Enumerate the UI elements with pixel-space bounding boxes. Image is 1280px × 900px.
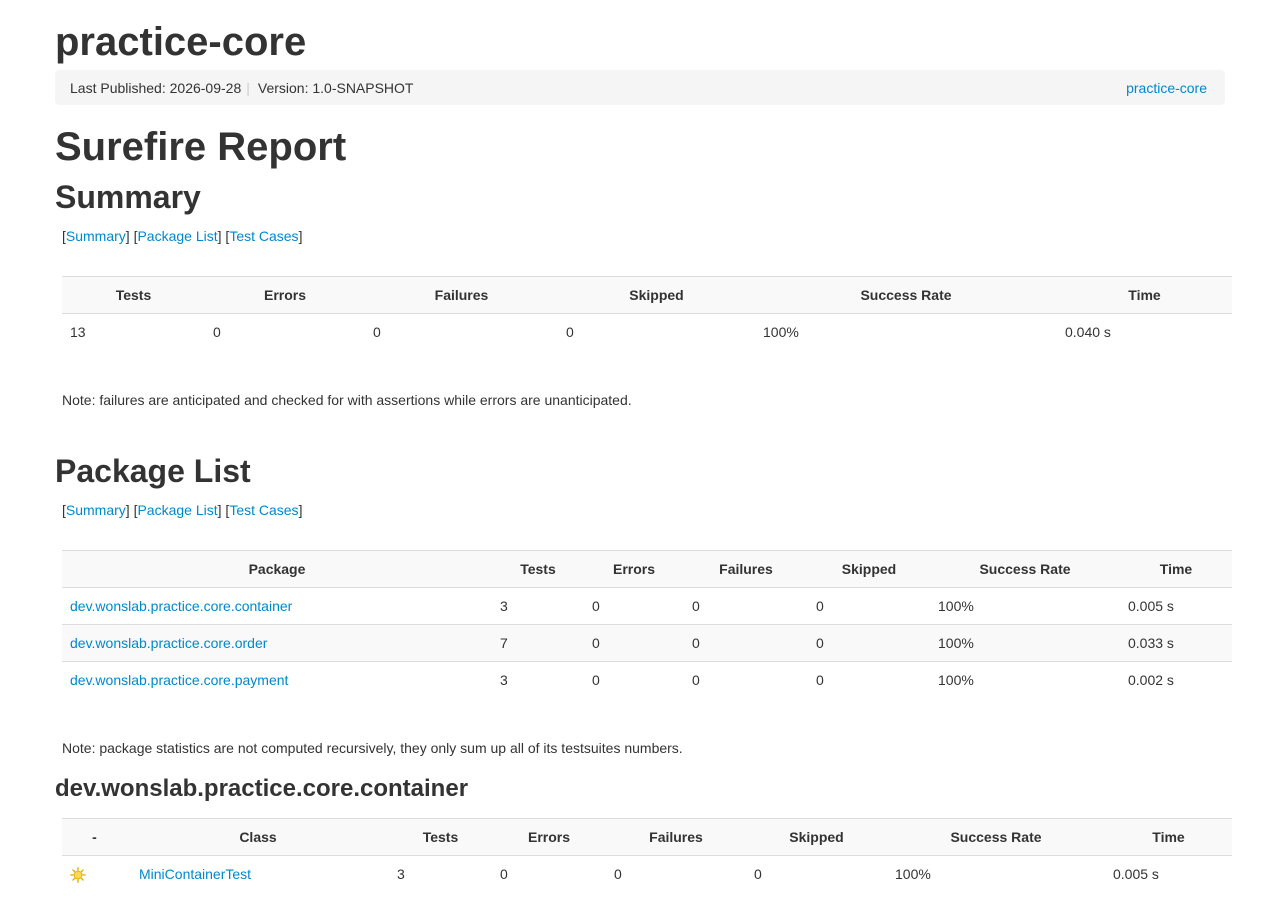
container-class-table: - Class Tests Errors Failures Skipped Su… [62,818,1232,893]
table-row: dev.wonslab.practice.core.order 7 0 0 0 … [62,624,1232,662]
cell-skipped: 0 [808,624,930,662]
success-sun-icon [70,867,86,883]
cell-failures: 0 [684,661,808,699]
project-link[interactable]: practice-core [1126,80,1207,96]
col-header: Errors [205,276,365,314]
col-header: Errors [492,818,606,856]
package-header-row: Package Tests Errors Failures Skipped Su… [62,550,1232,588]
nav-summary-link[interactable]: Summary [66,228,126,244]
col-header: Errors [584,550,684,588]
cell-skipped: 0 [754,866,762,883]
bracket: ] [125,502,130,518]
col-header: Tests [62,276,205,314]
summary-nav: [Summary] [Package List] [Test Cases] [62,226,302,246]
report-title: Surefire Report [55,125,347,169]
summary-note: Note: failures are anticipated and check… [62,392,632,408]
col-header: Time [1057,276,1232,314]
last-published: Last Published: 2026-09-28 [70,79,242,96]
nav-test-cases-link[interactable]: Test Cases [229,228,298,244]
package-list-heading: Package List [55,453,251,489]
table-row: dev.wonslab.practice.core.payment 3 0 0 … [62,661,1232,699]
nav-test-cases-link[interactable]: Test Cases [229,502,298,518]
cell-tests: 7 [492,624,584,662]
col-header: Failures [606,818,746,856]
bar-separator: | [246,79,250,96]
table-row: 13 0 0 0 100% 0.040 s [62,314,1232,351]
cell-success-rate: 100% [930,661,1120,699]
col-header: Class [127,818,389,856]
cell-time: 0.005 s [1113,866,1159,883]
package-link[interactable]: dev.wonslab.practice.core.order [70,635,267,651]
bracket: ] [125,228,130,244]
cell-errors: 0 [500,866,508,883]
cell-errors: 0 [584,624,684,662]
container-package-heading: dev.wonslab.practice.core.container [55,775,469,802]
cell-failures: 0 [684,624,808,662]
cell-time: 0.033 s [1120,624,1232,662]
cell-errors: 0 [592,598,600,614]
cell-success-rate: 100% [895,866,931,883]
cell-failures: 0 [373,324,381,341]
summary-table: Tests Errors Failures Skipped Success Ra… [62,276,1232,351]
col-header: Failures [684,550,808,588]
cell-errors: 0 [213,324,221,341]
package-link[interactable]: dev.wonslab.practice.core.container [70,598,292,614]
bracket: ] [217,228,222,244]
col-header: Time [1105,818,1232,856]
cell-success-rate: 100% [930,624,1120,662]
cell-failures: 0 [614,866,622,883]
class-header-row: - Class Tests Errors Failures Skipped Su… [62,818,1232,856]
col-header: Tests [389,818,492,856]
col-header: Skipped [558,276,755,314]
summary-header-row: Tests Errors Failures Skipped Success Ra… [62,276,1232,314]
table-row: MiniContainerTest 3 0 0 0 100% 0.005 s [62,856,1232,893]
package-list-nav: [Summary] [Package List] [Test Cases] [62,500,302,520]
package-list-table: Package Tests Errors Failures Skipped Su… [62,550,1232,699]
col-header: Skipped [808,550,930,588]
cell-tests: 3 [492,661,584,699]
cell-skipped: 0 [808,661,930,699]
nav-package-list-link[interactable]: Package List [137,228,217,244]
package-link[interactable]: dev.wonslab.practice.core.payment [70,672,288,688]
cell-failures: 0 [692,598,700,614]
summary-heading: Summary [55,179,201,215]
nav-package-list-link[interactable]: Package List [137,502,217,518]
col-header: Failures [365,276,558,314]
cell-time: 0.005 s [1128,598,1174,614]
col-header: - [62,818,127,856]
cell-tests: 3 [397,866,405,883]
cell-errors: 0 [584,661,684,699]
package-list-note: Note: package statistics are not compute… [62,740,683,756]
cell-tests: 13 [70,324,86,341]
table-row: dev.wonslab.practice.core.container 3 0 … [62,588,1232,625]
col-header: Time [1120,550,1232,588]
col-header: Success Rate [887,818,1105,856]
class-link[interactable]: MiniContainerTest [139,866,251,882]
col-header: Success Rate [755,276,1057,314]
publish-bar: Last Published: 2026-09-28 | Version: 1.… [55,70,1225,105]
bracket: ] [298,502,303,518]
project-title: practice-core [55,20,307,64]
cell-tests: 3 [500,598,508,614]
col-header: Package [62,550,492,588]
cell-skipped: 0 [566,324,574,341]
cell-skipped: 0 [816,598,824,614]
cell-time: 0.002 s [1120,661,1232,699]
col-header: Tests [492,550,584,588]
cell-success-rate: 100% [938,598,974,614]
nav-summary-link[interactable]: Summary [66,502,126,518]
cell-time: 0.040 s [1065,324,1111,341]
bracket: ] [217,502,222,518]
version: Version: 1.0-SNAPSHOT [257,79,414,96]
col-header: Success Rate [930,550,1120,588]
bracket: ] [298,228,303,244]
col-header: Skipped [746,818,887,856]
cell-success-rate: 100% [763,324,799,341]
